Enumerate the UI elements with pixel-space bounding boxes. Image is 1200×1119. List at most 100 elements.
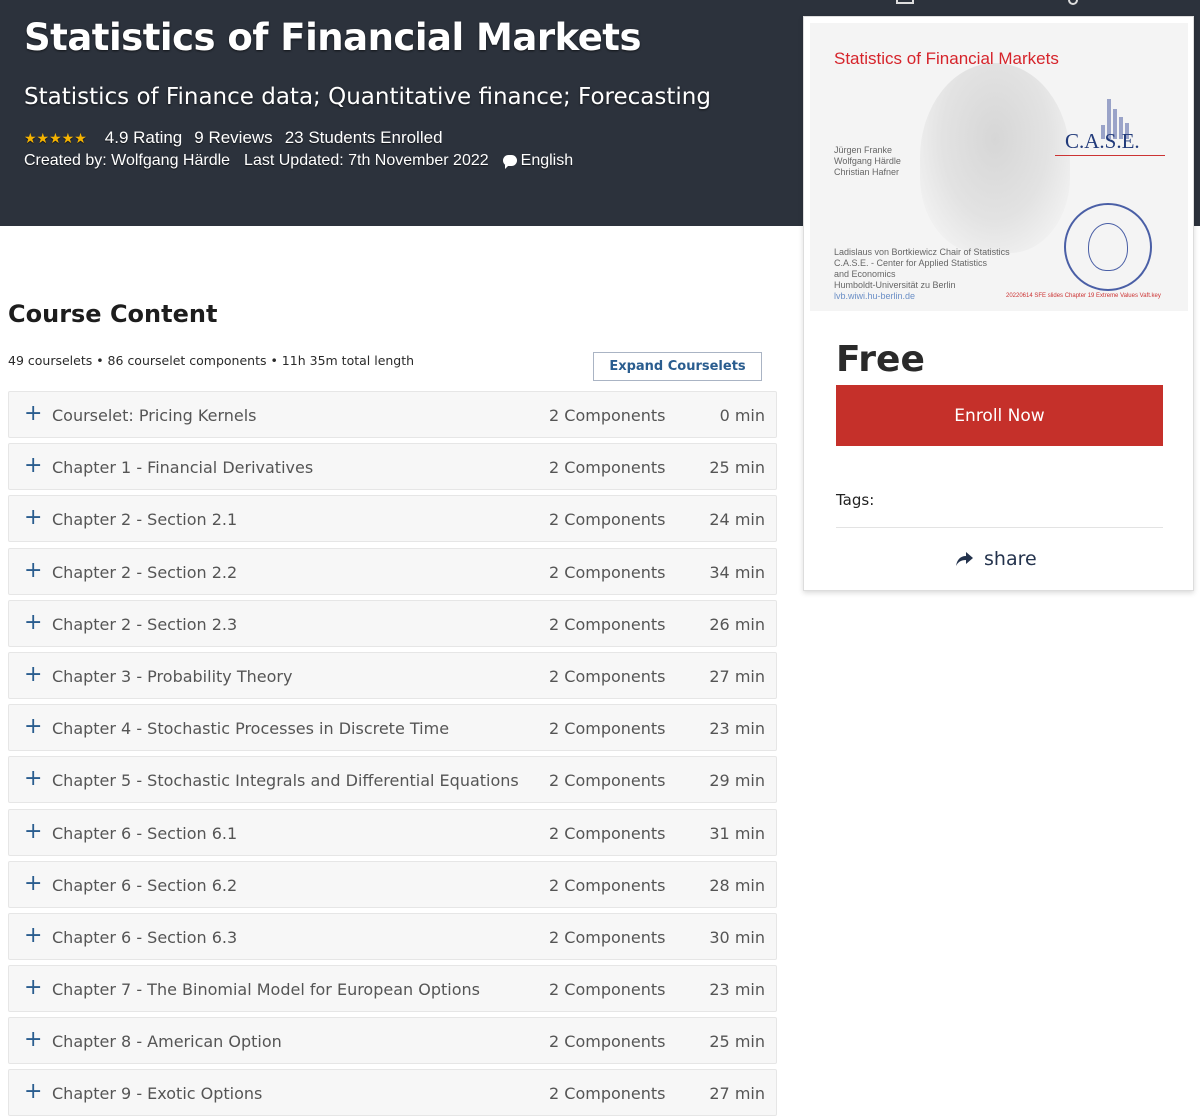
- rating-row: ★★★★★ 4.9 Rating 9 Reviews 23 Students E…: [24, 128, 443, 148]
- courselet-duration: 34 min: [709, 562, 765, 582]
- courselet-name: Chapter 5 - Stochastic Integrals and Dif…: [52, 771, 519, 791]
- courselet-name: Chapter 6 - Section 6.1: [52, 823, 238, 843]
- courselet-duration: 24 min: [709, 510, 765, 530]
- share-label: share: [984, 548, 1037, 570]
- chair-line: Humboldt-Universität zu Berlin: [834, 280, 956, 290]
- chat-bubble-icon: [502, 155, 517, 169]
- courselet-components: 2 Components: [549, 406, 666, 425]
- courselet-row[interactable]: + Chapter 6 - Section 6.3 2 Components 30 m…: [8, 912, 777, 960]
- students-label: 23 Students Enrolled: [284, 128, 443, 147]
- meta-row: Created by: Wolfgang Härdle Last Updated…: [24, 152, 573, 170]
- courselet-components: 2 Components: [549, 927, 666, 947]
- chair-line: Ladislaus von Bortkiewicz Chair of Stati…: [834, 247, 1010, 257]
- plus-icon[interactable]: +: [24, 923, 42, 948]
- language: English: [502, 152, 574, 170]
- case-logo-text: C.A.S.E.: [1065, 129, 1140, 153]
- rating-stars-icon: ★★★★★: [24, 129, 87, 146]
- rating-label: 4.9 Rating: [104, 128, 183, 147]
- courselet-components: 2 Components: [549, 823, 666, 843]
- courselet-row[interactable]: + Chapter 7 - The Binomial Model for Euro…: [8, 965, 777, 1013]
- enroll-now-button[interactable]: Enroll Now: [836, 385, 1163, 446]
- thumbnail-author: Wolfgang Härdle: [834, 156, 901, 166]
- courselet-name: Chapter 2 - Section 2.1: [52, 510, 238, 530]
- enroll-card: Statistics of Financial Markets Jürgen F…: [803, 16, 1194, 591]
- plus-icon[interactable]: +: [24, 402, 42, 426]
- courselet-row[interactable]: + Chapter 8 - American Option 2 Components…: [8, 1017, 777, 1065]
- plus-icon[interactable]: +: [24, 610, 42, 635]
- courselet-row[interactable]: + Courselet: Pricing Kernels 2 Components 0…: [8, 391, 777, 438]
- course-title: Statistics of Financial Markets: [24, 16, 642, 59]
- bag-icon[interactable]: [896, 0, 914, 4]
- plus-icon[interactable]: +: [24, 662, 42, 687]
- courselet-list: + Courselet: Pricing Kernels 2 Components 0…: [8, 391, 777, 1119]
- courselet-duration: 23 min: [709, 980, 765, 1000]
- plus-icon[interactable]: +: [24, 715, 42, 739]
- courselet-components: 2 Components: [549, 666, 666, 686]
- tags-label: Tags:: [836, 491, 875, 509]
- courselet-name: Courselet: Pricing Kernels: [52, 406, 257, 425]
- chair-line: C.A.S.E. - Center for Applied Statistics: [834, 258, 988, 268]
- plus-icon[interactable]: +: [24, 976, 42, 1000]
- courselet-components: 2 Components: [549, 562, 666, 582]
- courselet-row[interactable]: + Chapter 2 - Section 2.2 2 Components 34 m…: [8, 547, 777, 595]
- courselet-row[interactable]: + Chapter 6 - Section 6.2 2 Components 28 m…: [8, 860, 777, 908]
- courselet-row[interactable]: + Chapter 2 - Section 2.1 2 Components 24 m…: [8, 495, 777, 543]
- price: Free: [836, 339, 925, 380]
- heart-icon[interactable]: [1068, 0, 1078, 5]
- plus-icon[interactable]: +: [24, 871, 42, 896]
- share-button[interactable]: share: [954, 548, 1037, 570]
- courselet-row[interactable]: + Chapter 6 - Section 6.1 2 Components 31 m…: [8, 808, 777, 856]
- plus-icon[interactable]: +: [24, 506, 42, 530]
- courselet-row[interactable]: + Chapter 3 - Probability Theory 2 Compone…: [8, 651, 777, 699]
- courselet-row[interactable]: + Chapter 5 - Stochastic Integrals and Di…: [8, 756, 777, 804]
- courselet-components: 2 Components: [549, 1032, 666, 1052]
- courselet-duration: 27 min: [709, 1084, 765, 1104]
- courselet-components: 2 Components: [549, 875, 666, 895]
- reviews-label[interactable]: 9 Reviews: [194, 128, 272, 148]
- courselet-row[interactable]: + Chapter 1 - Financial Derivatives 2 Comp…: [8, 443, 777, 491]
- courselet-duration: 23 min: [709, 719, 765, 739]
- portrait-image: [920, 63, 1070, 253]
- courselet-row[interactable]: + Chapter 4 - Stochastic Processes in Dis…: [8, 704, 777, 752]
- courselet-duration: 28 min: [709, 875, 765, 895]
- courselet-components: 2 Components: [549, 1084, 666, 1104]
- courselet-components: 2 Components: [549, 980, 666, 1000]
- plus-icon[interactable]: +: [24, 819, 42, 844]
- courselet-name: Chapter 6 - Section 6.2: [52, 875, 238, 895]
- courselet-duration: 27 min: [709, 666, 765, 686]
- courselet-components: 2 Components: [549, 458, 666, 478]
- plus-icon[interactable]: +: [24, 558, 42, 583]
- courselet-name: Chapter 4 - Stochastic Processes in Disc…: [52, 719, 450, 739]
- courselet-components: 2 Components: [549, 771, 666, 791]
- courselet-components: 2 Components: [549, 510, 666, 530]
- thumbnail-title: Statistics of Financial Markets: [834, 49, 1059, 68]
- courselet-name: Chapter 6 - Section 6.3: [52, 927, 238, 947]
- thumbnail-footer: 20220614 SFE slides Chapter 19 Extreme V…: [1006, 293, 1161, 299]
- case-logo: C.A.S.E.: [1055, 99, 1165, 159]
- courselet-row[interactable]: + Chapter 2 - Section 2.3 2 Components 26 m…: [8, 599, 777, 647]
- courselet-name: Chapter 1 - Financial Derivatives: [52, 458, 314, 478]
- courselet-name: Chapter 2 - Section 2.3: [52, 614, 238, 634]
- expand-courselets-button[interactable]: Expand Courselets: [593, 352, 762, 381]
- language-label: English: [520, 152, 574, 169]
- thumbnail-authors: Jürgen Franke Wolfgang Härdle Christian …: [834, 145, 901, 178]
- courselet-components: 2 Components: [549, 719, 666, 739]
- courselet-duration: 30 min: [709, 927, 765, 947]
- plus-icon[interactable]: +: [24, 1080, 42, 1104]
- thumbnail-chair: Ladislaus von Bortkiewicz Chair of Stati…: [834, 247, 1010, 302]
- course-subtitle: Statistics of Finance data; Quantitative…: [24, 84, 711, 110]
- last-updated: Last Updated: 7th November 2022: [244, 152, 489, 169]
- course-content-title: Course Content: [8, 300, 218, 328]
- courselet-name: Chapter 8 - American Option: [52, 1032, 282, 1052]
- thumbnail-link: lvb.wiwi.hu-berlin.de: [834, 291, 916, 301]
- courselet-name: Chapter 3 - Probability Theory: [52, 666, 293, 686]
- plus-icon[interactable]: +: [24, 1028, 42, 1052]
- courselet-duration: 25 min: [709, 458, 765, 478]
- courselet-duration: 25 min: [709, 1032, 765, 1052]
- courselet-name: Chapter 2 - Section 2.2: [52, 562, 238, 582]
- courselet-duration: 26 min: [709, 614, 765, 634]
- plus-icon[interactable]: +: [24, 454, 42, 478]
- courselet-row[interactable]: + Chapter 9 - Exotic Options 2 Components 2…: [8, 1069, 777, 1117]
- plus-icon[interactable]: +: [24, 767, 42, 791]
- courselet-duration: 29 min: [709, 771, 765, 791]
